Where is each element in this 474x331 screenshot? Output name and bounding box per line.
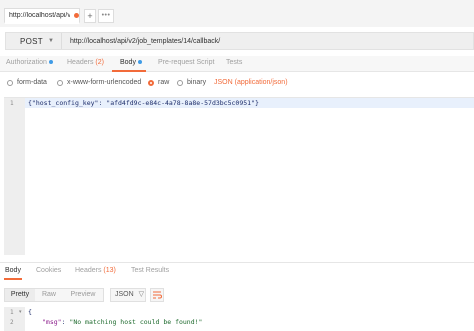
tab-pre-request-script-label: Pre-request Script xyxy=(158,59,215,66)
tab-response-headers-label: Headers xyxy=(75,267,102,274)
response-line-1: { xyxy=(28,308,32,316)
url-input[interactable]: http://localhost/api/v2/job_templates/14… xyxy=(70,36,470,47)
tab-response-cookies[interactable]: Cookies xyxy=(36,267,61,274)
radio-circle-icon xyxy=(7,79,13,86)
unsaved-dot-icon xyxy=(74,13,79,18)
response-format-group: Pretty Raw Preview xyxy=(4,288,104,302)
json-brace: } xyxy=(255,99,259,107)
response-tabs: Body Cookies Headers (13) Test Results xyxy=(0,264,474,280)
response-divider xyxy=(0,262,474,263)
tab-response-body[interactable]: Body xyxy=(5,267,21,274)
tab-pre-request-script[interactable]: Pre-request Script xyxy=(158,59,214,66)
json-key: "host_config_key" xyxy=(31,99,99,107)
request-subtabs: Authorization Headers (2) Body Pre-reque… xyxy=(0,56,474,72)
line-number: 2 xyxy=(10,319,14,326)
body-type-options: form-data x-www-form-urlencoded raw bina… xyxy=(0,76,474,92)
indicator-dot-icon xyxy=(48,60,53,65)
json-value: "afd4fd9c-e84c-4a78-8a8e-57d3bc5c0951" xyxy=(106,99,255,107)
radio-form-data-label: form-data xyxy=(17,79,47,86)
tab-authorization[interactable]: Authorization xyxy=(6,59,53,66)
line-number: 1 xyxy=(10,100,14,107)
active-tab-indicator xyxy=(4,278,22,280)
radio-raw[interactable]: raw xyxy=(148,79,169,86)
chevron-down-icon: ▼ xyxy=(47,38,54,44)
tab-headers-label: Headers xyxy=(67,59,94,66)
radio-selected-icon xyxy=(148,79,154,86)
radio-binary[interactable]: binary xyxy=(177,79,206,86)
tab-body[interactable]: Body xyxy=(120,59,142,66)
chevron-down-icon: ▽ xyxy=(138,291,145,298)
tab-tests[interactable]: Tests xyxy=(226,59,242,66)
more-tabs-button[interactable]: ••• xyxy=(98,9,114,23)
tab-authorization-label: Authorization xyxy=(6,59,47,66)
preview-button[interactable]: Preview xyxy=(63,289,103,301)
request-body-editor[interactable]: 1 {"host_config_key": "afd4fd9c-e84c-4a7… xyxy=(4,97,474,255)
raw-button[interactable]: Raw xyxy=(35,289,63,301)
method-label: POST xyxy=(20,36,43,46)
response-line-2: "msg": "No matching host could be found!… xyxy=(42,318,202,326)
url-bar: POST ▼ http://localhost/api/v2/job_templ… xyxy=(5,32,474,50)
tab-response-headers[interactable]: Headers (13) xyxy=(75,267,116,274)
tab-headers-count: (2) xyxy=(95,59,104,66)
line-gutter: 1 xyxy=(4,98,25,255)
radio-circle-icon xyxy=(57,79,63,86)
json-key: "msg" xyxy=(42,318,62,326)
pretty-button[interactable]: Pretty xyxy=(5,289,35,301)
wrap-lines-icon xyxy=(152,291,162,299)
tab-response-headers-count: (13) xyxy=(103,267,116,274)
response-body-viewer[interactable]: 1 2 ▾ { "msg": "No matching host could b… xyxy=(4,307,474,331)
radio-raw-label: raw xyxy=(158,79,170,86)
fold-arrow-icon[interactable]: ▾ xyxy=(19,309,22,315)
content-type-select[interactable]: JSON (application/json) xyxy=(214,79,288,86)
radio-form-data[interactable]: form-data xyxy=(7,79,47,86)
tab-tests-label: Tests xyxy=(226,59,243,66)
request-tab-label: http://localhost/api/v xyxy=(9,12,70,19)
new-tab-button[interactable]: + xyxy=(84,9,96,23)
tab-test-results[interactable]: Test Results xyxy=(131,267,169,274)
tab-body-label: Body xyxy=(120,59,136,66)
request-tab[interactable]: http://localhost/api/v xyxy=(4,8,80,24)
json-value: "No matching host could be found!" xyxy=(69,318,203,326)
tab-strip: http://localhost/api/v + ••• xyxy=(0,0,474,27)
radio-x-www-form-urlencoded-label: x-www-form-urlencoded xyxy=(67,79,142,86)
radio-binary-label: binary xyxy=(187,79,207,86)
request-body-line-1: {"host_config_key": "afd4fd9c-e84c-4a78-… xyxy=(28,99,259,107)
line-number: 1 xyxy=(10,309,14,316)
tab-headers[interactable]: Headers (2) xyxy=(67,59,104,66)
radio-circle-icon xyxy=(177,79,183,86)
indicator-dot-icon xyxy=(137,60,142,65)
active-tab-indicator xyxy=(112,70,146,72)
wrap-lines-button[interactable] xyxy=(150,288,164,302)
radio-x-www-form-urlencoded[interactable]: x-www-form-urlencoded xyxy=(57,79,141,86)
response-language-label: JSON xyxy=(115,291,134,298)
response-language-select[interactable]: JSON ▽ xyxy=(110,288,146,302)
method-select[interactable]: POST ▼ xyxy=(6,33,62,49)
